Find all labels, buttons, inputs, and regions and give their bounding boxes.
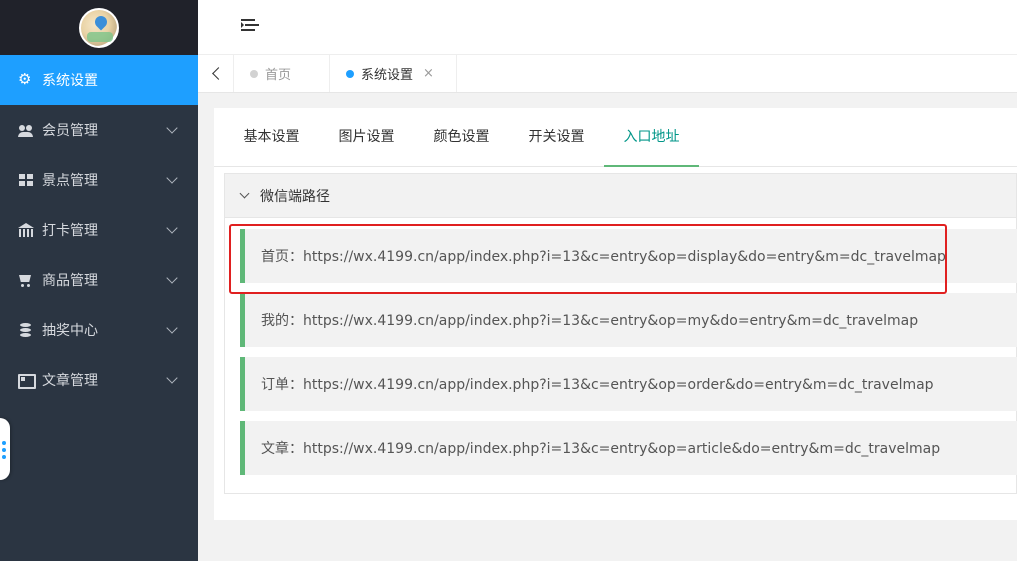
tab-label: 首页 <box>265 68 292 83</box>
sidebar-item-label: 抽奖中心 <box>42 323 98 339</box>
chevron-down-icon <box>166 322 178 334</box>
tab-home[interactable]: 首页 <box>234 55 330 92</box>
handle-dot <box>2 441 6 445</box>
handle-dot <box>2 455 6 459</box>
chevron-down-icon <box>239 188 250 199</box>
sidebar-item-label: 文章管理 <box>42 373 98 389</box>
panel-header[interactable]: 微信端路径 <box>225 174 1016 218</box>
sidebar-item-articles[interactable]: 文章管理 <box>0 355 198 405</box>
bank-icon <box>18 222 34 238</box>
logo-area <box>0 0 198 55</box>
settings-tab-bar: 基本设置 图片设置 颜色设置 开关设置 入口地址 <box>214 120 1017 167</box>
sidebar-item-label: 打卡管理 <box>42 223 98 239</box>
panel-title: 微信端路径 <box>260 188 330 205</box>
sidebar: 系统设置 会员管理 景点管理 打卡管理 商品管理 抽奖中心 文章管理 <box>0 0 198 561</box>
chevron-down-icon <box>166 122 178 134</box>
tab-entry-url[interactable]: 入口地址 <box>604 120 699 167</box>
settings-card: 基本设置 图片设置 颜色设置 开关设置 入口地址 微信端路径 首页：https:… <box>214 108 1017 520</box>
sidebar-item-label: 商品管理 <box>42 273 98 289</box>
wechat-path-panel: 微信端路径 首页：https://wx.4199.cn/app/index.ph… <box>224 173 1017 494</box>
sidebar-item-label: 会员管理 <box>42 123 98 139</box>
chevron-down-icon <box>166 272 178 284</box>
entry-url-home: 首页：https://wx.4199.cn/app/index.php?i=13… <box>240 229 1017 283</box>
app-logo[interactable] <box>79 7 119 48</box>
sidebar-item-members[interactable]: 会员管理 <box>0 105 198 155</box>
tab-label: 系统设置 <box>361 68 414 83</box>
users-icon <box>18 122 34 138</box>
tab-color-settings[interactable]: 颜色设置 <box>424 120 499 167</box>
sidebar-item-label: 系统设置 <box>42 73 98 89</box>
side-drawer-handle[interactable] <box>0 418 10 480</box>
tab-status-dot <box>250 69 258 78</box>
chevron-down-icon <box>166 372 178 384</box>
grid-icon <box>18 172 34 188</box>
close-icon[interactable]: × <box>423 66 434 81</box>
tab-switch-settings[interactable]: 开关设置 <box>519 120 594 167</box>
database-icon <box>18 322 34 338</box>
tab-status-dot <box>346 69 354 78</box>
sidebar-item-label: 景点管理 <box>42 173 98 189</box>
tab-image-settings[interactable]: 图片设置 <box>329 120 404 167</box>
entry-url-order: 订单：https://wx.4199.cn/app/index.php?i=13… <box>240 357 1017 411</box>
cart-icon <box>18 272 34 288</box>
entry-url-my: 我的：https://wx.4199.cn/app/index.php?i=13… <box>240 293 1017 347</box>
tab-basic-settings[interactable]: 基本设置 <box>234 120 309 167</box>
chevron-down-icon <box>166 172 178 184</box>
entry-url-article: 文章：https://wx.4199.cn/app/index.php?i=13… <box>240 421 1017 475</box>
sidebar-item-products[interactable]: 商品管理 <box>0 255 198 305</box>
news-icon <box>18 372 36 389</box>
sidebar-item-system-settings[interactable]: 系统设置 <box>0 55 198 105</box>
gear-icon <box>18 70 34 88</box>
menu-collapse-icon[interactable] <box>241 19 255 31</box>
tab-scroll-left-button[interactable] <box>198 55 234 92</box>
page-tab-bar: 首页 系统设置 × <box>198 55 1017 93</box>
sidebar-item-attractions[interactable]: 景点管理 <box>0 155 198 205</box>
handle-dot <box>2 448 6 452</box>
sidebar-item-lottery[interactable]: 抽奖中心 <box>0 305 198 355</box>
sidebar-item-checkin[interactable]: 打卡管理 <box>0 205 198 255</box>
chevron-down-icon <box>166 222 178 234</box>
tab-system-settings[interactable]: 系统设置 × <box>330 55 457 92</box>
top-header <box>198 0 1017 55</box>
